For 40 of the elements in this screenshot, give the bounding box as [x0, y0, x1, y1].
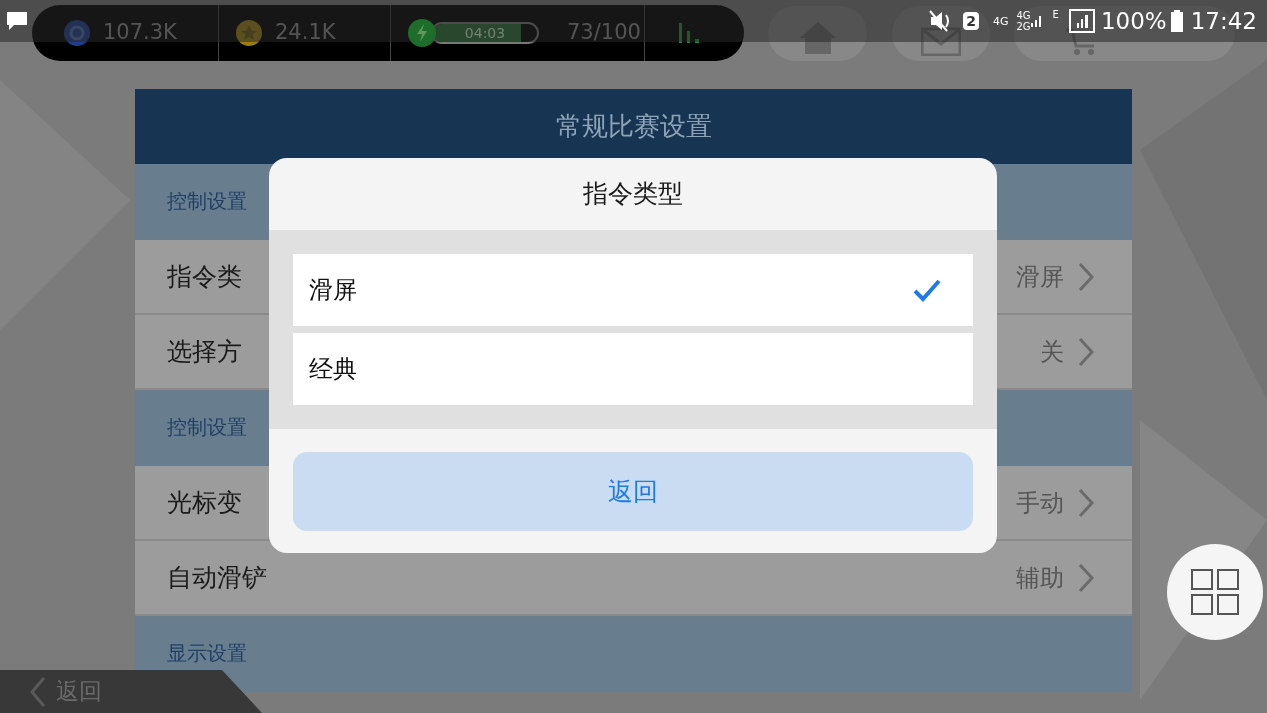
option-label: 经典	[309, 354, 357, 385]
signal-icon	[1068, 9, 1095, 33]
chevron-right-icon	[1078, 562, 1094, 593]
star-coin-icon	[235, 19, 263, 47]
row-value: 滑屏	[1016, 261, 1064, 293]
dialog-title: 指令类型	[582, 178, 684, 211]
row-label: 指令类	[167, 260, 242, 293]
signal-icon	[1030, 14, 1043, 28]
gem-currency-icon	[63, 19, 91, 47]
network-label: 4G	[992, 15, 1009, 27]
network-label: 2G	[1016, 21, 1031, 32]
energy-timer: 04:03	[463, 24, 507, 42]
section-header: 显示设置	[135, 616, 1132, 692]
clock: 17:42	[1190, 6, 1257, 36]
energy-count: 73/100	[567, 19, 641, 47]
grid-icon	[1191, 569, 1239, 615]
lightning-icon	[407, 18, 437, 48]
sim-badge: 2	[963, 12, 979, 30]
chevron-right-icon	[1078, 487, 1094, 518]
envelope-icon	[921, 25, 961, 56]
option-item[interactable]: 经典	[293, 333, 973, 405]
network-label: E	[1052, 8, 1059, 22]
option-item[interactable]: 滑屏	[293, 254, 973, 326]
settings-header: 常规比赛设置	[135, 89, 1132, 164]
network-label: 4G	[1016, 10, 1031, 21]
gem-count: 107.3K	[103, 19, 177, 47]
option-label: 滑屏	[309, 275, 357, 306]
chevron-left-icon	[30, 675, 46, 708]
row-value: 辅助	[1016, 562, 1064, 594]
row-value: 手动	[1016, 487, 1064, 519]
row-value: 关	[1040, 336, 1064, 368]
message-icon	[6, 10, 28, 32]
row-label: 光标变	[167, 486, 242, 519]
bar-chart-icon	[677, 21, 701, 45]
coin-count: 24.1K	[275, 19, 336, 47]
chevron-right-icon	[1078, 336, 1094, 367]
battery-percent: 100%	[1100, 6, 1167, 36]
chevron-right-icon	[1078, 261, 1094, 292]
row-label: 自动滑铲	[167, 561, 267, 594]
row-label: 选择方	[167, 335, 242, 368]
